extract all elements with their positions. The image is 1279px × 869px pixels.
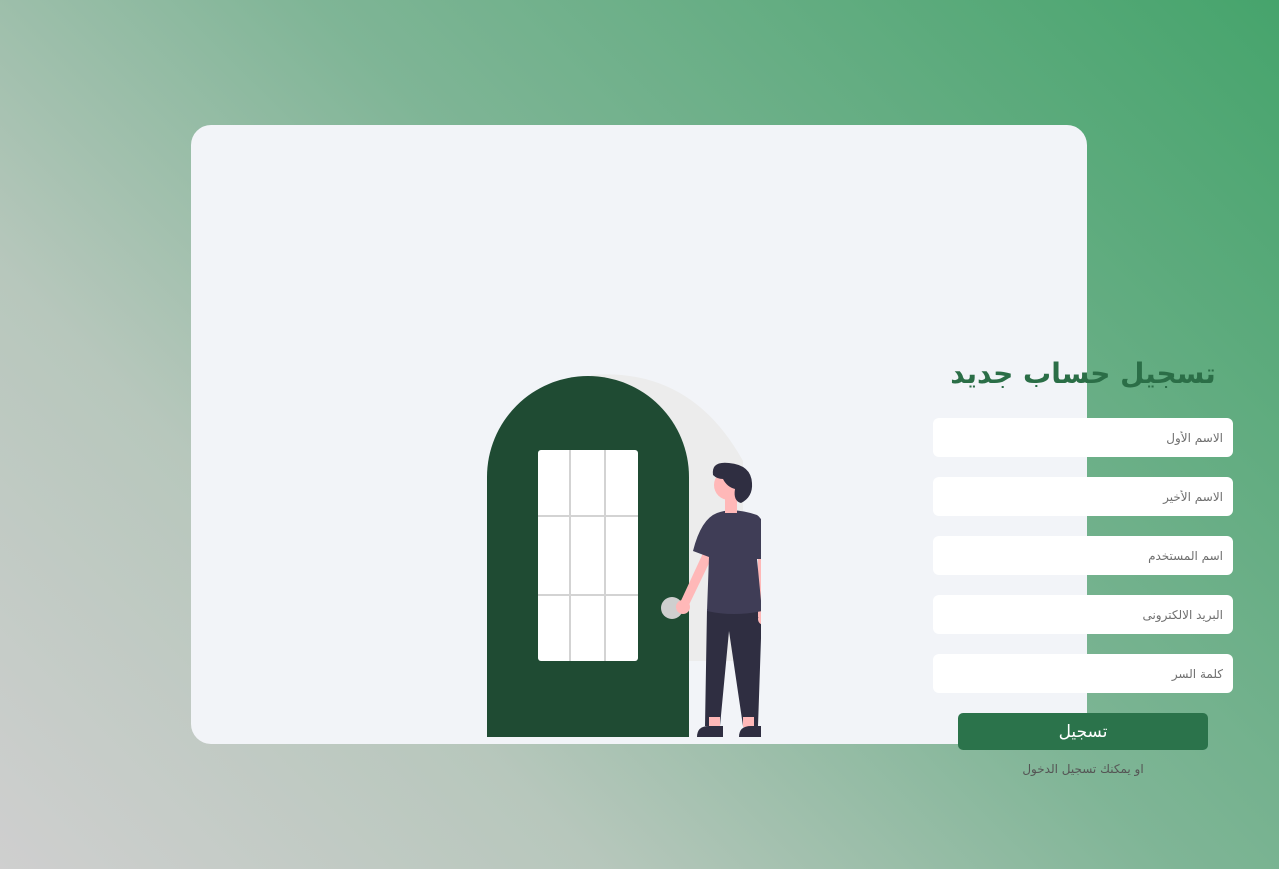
password-input[interactable] bbox=[933, 654, 1233, 693]
last-name-input[interactable] bbox=[933, 477, 1233, 516]
signup-card: تسجيل حساب جديد تسجيل او يمكنك تسجيل الد… bbox=[191, 125, 1233, 776]
page-title: تسجيل حساب جديد bbox=[950, 357, 1216, 390]
person-at-door-illustration bbox=[461, 361, 761, 741]
first-name-input[interactable] bbox=[933, 418, 1233, 457]
door-window bbox=[538, 450, 638, 661]
login-link[interactable]: او يمكنك تسجيل الدخول bbox=[933, 762, 1233, 776]
register-button[interactable]: تسجيل bbox=[958, 713, 1208, 750]
email-input[interactable] bbox=[933, 595, 1233, 634]
signup-form: تسجيل حساب جديد تسجيل او يمكنك تسجيل الد… bbox=[933, 350, 1233, 776]
username-input[interactable] bbox=[933, 536, 1233, 575]
